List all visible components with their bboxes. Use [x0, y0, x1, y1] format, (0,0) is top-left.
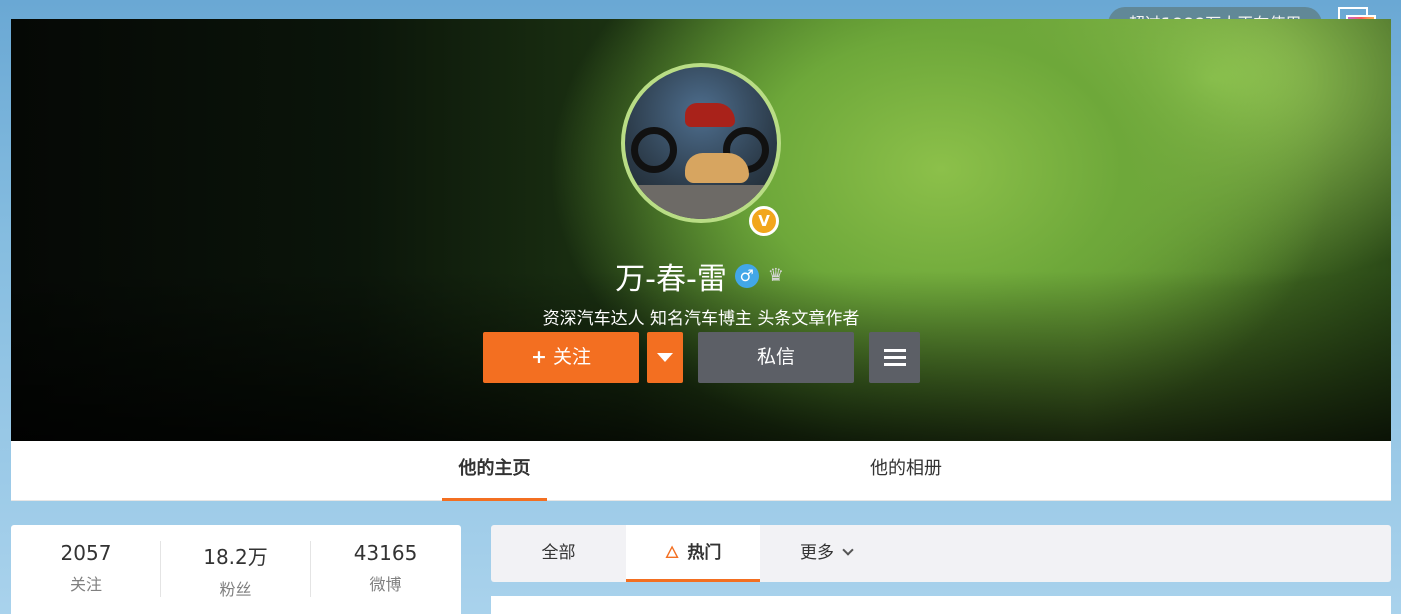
name-row: 万-春-雷 ♂ ♛ [11, 254, 1391, 298]
profile-name: 万-春-雷 [615, 262, 727, 297]
stat-followers-value: 18.2万 [203, 545, 268, 569]
avatar[interactable] [621, 63, 781, 223]
stat-following-value: 2057 [60, 541, 112, 565]
avatar-dog [685, 153, 749, 183]
more-menu-button[interactable] [869, 332, 920, 383]
stat-posts-label: 微博 [369, 575, 402, 594]
follow-button[interactable]: + 关注 [483, 332, 639, 383]
flame-icon: 🜂 [664, 543, 680, 563]
stat-following[interactable]: 2057 关注 [11, 541, 161, 595]
follow-label: 关注 [552, 346, 591, 368]
filter-more-label: 更多 [800, 543, 834, 563]
avatar-motorcycle-tank [685, 103, 735, 127]
filter-more[interactable]: 更多 [776, 525, 876, 582]
stat-followers-label: 粉丝 [219, 580, 252, 599]
plus-icon: + [531, 346, 547, 368]
filter-hot-label: 热门 [687, 543, 722, 563]
profile-cover-banner: V 万-春-雷 ♂ ♛ 资深汽车达人 知名汽车博主 头条文章作者 + 关注 私信 [11, 19, 1391, 441]
profile-bio: 资深汽车达人 知名汽车博主 头条文章作者 [542, 309, 860, 329]
stat-posts[interactable]: 43165 微博 [310, 541, 460, 597]
male-icon: ♂ [734, 264, 759, 288]
follow-dropdown-button[interactable] [647, 332, 683, 383]
hamburger-icon [883, 345, 906, 370]
tab-home[interactable]: 他的主页 [442, 441, 547, 501]
chevron-down-icon [842, 544, 854, 556]
tab-album[interactable]: 他的相册 [846, 441, 966, 501]
message-button[interactable]: 私信 [698, 332, 854, 383]
crown-icon[interactable]: ♛ [765, 266, 787, 286]
caret-down-icon [657, 353, 673, 362]
profile-tab-bar: 他的主页 他的相册 [11, 441, 1391, 501]
verified-icon: V [749, 206, 779, 236]
stat-posts-value: 43165 [353, 541, 418, 565]
avatar-wheel-front [631, 127, 677, 173]
stat-followers[interactable]: 18.2万 粉丝 [160, 541, 310, 599]
filter-hot[interactable]: 🜂 热门 [626, 525, 760, 582]
feed-filter-bar: 全部 🜂 热门 更多 [491, 525, 1391, 582]
stats-card: 2057 关注 18.2万 粉丝 43165 微博 [11, 525, 461, 614]
filter-all[interactable]: 全部 [491, 525, 626, 582]
stat-following-label: 关注 [69, 575, 102, 594]
feed-card [491, 596, 1391, 614]
